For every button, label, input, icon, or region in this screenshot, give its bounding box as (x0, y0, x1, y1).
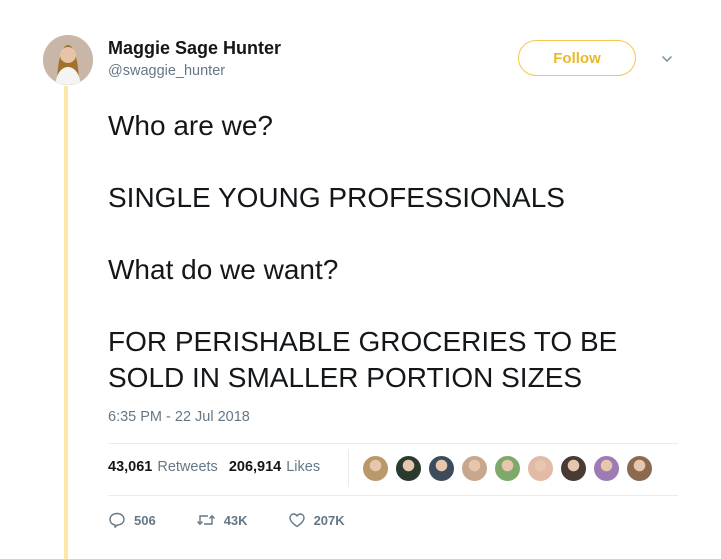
like-button[interactable]: 207K (288, 511, 345, 529)
heart-icon (288, 513, 305, 528)
author-name[interactable]: Maggie Sage Hunter (108, 38, 281, 59)
retweet-count: 43K (223, 512, 248, 528)
tweet-line: SINGLE YOUNG PROFESSIONALS (108, 182, 565, 213)
liker-avatar[interactable] (494, 455, 521, 482)
reply-button[interactable]: 506 (108, 511, 156, 529)
likes-label[interactable]: Likes (286, 459, 320, 475)
tweet-timestamp[interactable]: 6:35 PM - 22 Jul 2018 (108, 409, 250, 425)
tweet-stats: 43,061 Retweets 206,914 Likes (108, 459, 331, 475)
divider (108, 443, 678, 444)
liker-avatar[interactable] (428, 455, 455, 482)
liker-avatar[interactable] (593, 455, 620, 482)
liker-avatar[interactable] (527, 455, 554, 482)
reply-count: 506 (134, 512, 156, 528)
tweet-line: What do we want? (108, 254, 339, 285)
follow-button[interactable]: Follow (518, 40, 636, 76)
retweet-icon (196, 514, 215, 526)
tweet-actions: 506 43K 207K (108, 511, 385, 529)
like-count: 207K (313, 512, 345, 528)
likers-avatars (362, 455, 659, 482)
chevron-down-icon[interactable] (660, 52, 674, 66)
retweets-count[interactable]: 43,061 (108, 459, 152, 475)
likes-count[interactable]: 206,914 (229, 459, 281, 475)
avatar-image (43, 35, 93, 85)
tweet-line: SOLD IN SMALLER PORTION SIZES (108, 362, 583, 393)
author-handle[interactable]: @swaggie_hunter (108, 63, 225, 79)
tweet-line: FOR PERISHABLE GROCERIES TO BE (108, 326, 618, 357)
retweet-button[interactable]: 43K (196, 511, 248, 529)
reply-icon (109, 512, 125, 528)
divider (108, 495, 678, 496)
liker-avatar[interactable] (461, 455, 488, 482)
tweet-text: Who are we? SINGLE YOUNG PROFESSIONALS W… (108, 108, 688, 396)
retweets-label[interactable]: Retweets (157, 459, 217, 475)
liker-avatar[interactable] (560, 455, 587, 482)
liker-avatar[interactable] (626, 455, 653, 482)
stats-separator (348, 449, 349, 487)
liker-avatar[interactable] (362, 455, 389, 482)
liker-avatar[interactable] (395, 455, 422, 482)
avatar[interactable] (43, 35, 93, 85)
thread-line (64, 86, 68, 559)
tweet-line: Who are we? (108, 110, 273, 141)
